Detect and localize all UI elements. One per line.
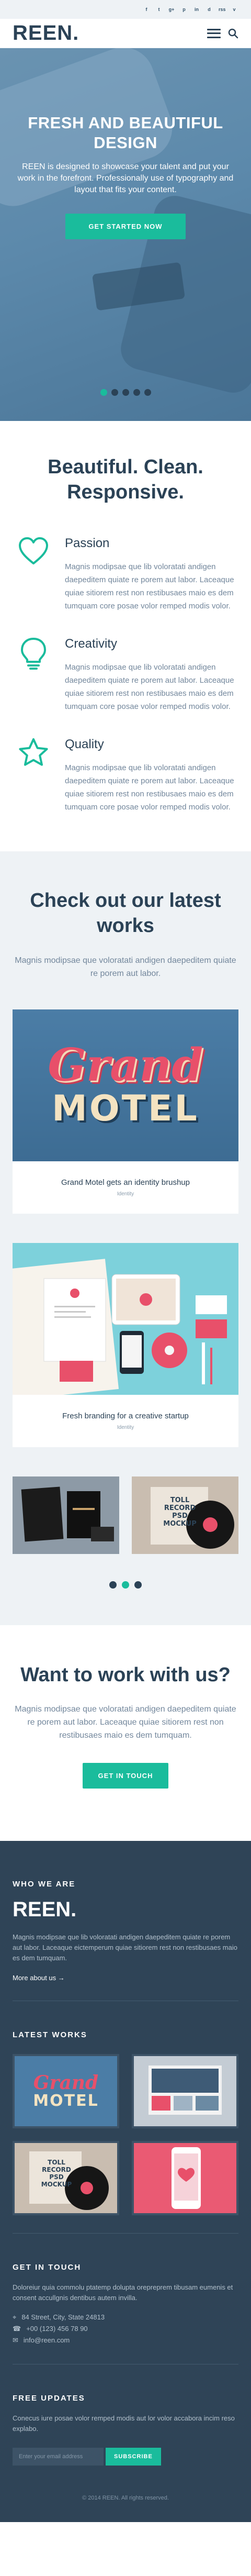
copyright: © 2014 REEN. All rights reserved. bbox=[82, 2495, 169, 2501]
top-social-bar: f t g+ p in d rss v bbox=[0, 0, 251, 19]
footer-heading-latest: LATEST WORKS bbox=[13, 2030, 87, 2039]
hero-content: FRESH AND BEAUTIFUL DESIGN REEN is desig… bbox=[13, 113, 238, 239]
menu-icon[interactable] bbox=[207, 28, 221, 38]
slider-dot[interactable] bbox=[100, 389, 107, 396]
work-card[interactable]: Grand MOTEL Grand Motel gets an identity… bbox=[13, 1009, 238, 1214]
subscribe-button[interactable]: SUBSCRIBE bbox=[106, 2448, 161, 2466]
work-thumbnail[interactable] bbox=[13, 1476, 119, 1554]
newsletter-email-input[interactable]: Enter your email address bbox=[13, 2448, 104, 2466]
slider-dot[interactable] bbox=[144, 389, 151, 396]
more-about-link[interactable]: More about us → bbox=[13, 1974, 65, 1982]
slider-dot[interactable] bbox=[133, 389, 140, 396]
footer-touch-text: Doloreiur quia commolu ptatemp dolupta o… bbox=[13, 2283, 233, 2302]
feature-title: Passion bbox=[65, 536, 110, 550]
vimeo-icon[interactable]: v bbox=[231, 6, 237, 13]
works-heading: Check out our latest works bbox=[30, 890, 221, 937]
site-logo[interactable]: REEN. bbox=[13, 21, 79, 45]
latest-work-thumb[interactable]: TOLL RECORD PSD MOCKUP bbox=[13, 2141, 119, 2215]
footer: WHO WE ARE REEN. Magnis modipsae que lib… bbox=[0, 1841, 251, 2522]
pinterest-icon[interactable]: p bbox=[181, 6, 187, 13]
record-mockup-text: TOLL RECORD PSD MOCKUP bbox=[163, 1496, 197, 1528]
features-section: Beautiful. Clean. Responsive. Passion Ma… bbox=[0, 421, 251, 851]
branding-image[interactable] bbox=[13, 1243, 238, 1395]
feature-title: Quality bbox=[65, 737, 104, 751]
grand-motel-art-word: MOTEL bbox=[33, 2092, 99, 2110]
works-slider-dots bbox=[13, 1581, 238, 1589]
website-mockup-art bbox=[134, 2056, 236, 2126]
stationery-art bbox=[13, 1476, 119, 1554]
search-icon[interactable] bbox=[228, 28, 238, 39]
grand-motel-art-word: Grand bbox=[33, 2072, 99, 2094]
hero-slider-dots bbox=[0, 389, 251, 396]
newsletter-form: Enter your email address SUBSCRIBE bbox=[13, 2448, 238, 2466]
email-icon: ✉ bbox=[13, 2336, 18, 2344]
slider-dot[interactable] bbox=[109, 1581, 117, 1589]
cta-heading: Want to work with us? bbox=[20, 1664, 231, 1686]
footer-heading-who: WHO WE ARE bbox=[13, 1880, 76, 1889]
footer-heading-touch: GET IN TOUCH bbox=[13, 2263, 82, 2272]
works-intro: Magnis modipsae que voloratati andigen d… bbox=[15, 956, 236, 978]
feature-item: Quality Magnis modipsae que lib volorata… bbox=[13, 737, 238, 814]
grand-motel-art-word: MOTEL bbox=[52, 1088, 199, 1129]
contact-phone[interactable]: +00 (123) 456 78 90 bbox=[26, 2323, 87, 2335]
slider-dot[interactable] bbox=[122, 389, 129, 396]
grand-motel-image[interactable]: Grand MOTEL bbox=[13, 1009, 238, 1161]
nav-actions bbox=[207, 28, 238, 39]
hero-slider: FRESH AND BEAUTIFUL DESIGN REEN is desig… bbox=[0, 48, 251, 421]
google-plus-icon[interactable]: g+ bbox=[168, 6, 175, 13]
hero-text: REEN is designed to showcase your talent… bbox=[17, 162, 234, 194]
contact-list: ⌖ 84 Street, City, State 24813 ☎ +00 (123)… bbox=[13, 2312, 238, 2346]
app-mockup-art bbox=[134, 2143, 236, 2213]
features-heading: Beautiful. Clean. Responsive. bbox=[48, 456, 203, 503]
latest-work-thumb[interactable] bbox=[132, 2054, 238, 2128]
branding-mockup-art bbox=[13, 1259, 227, 1395]
dribbble-icon[interactable]: d bbox=[206, 6, 212, 13]
slider-dot[interactable] bbox=[134, 1581, 142, 1589]
cta-text: Magnis modipsae que voloratati andigen d… bbox=[15, 1705, 236, 1740]
heart-icon bbox=[19, 537, 48, 564]
twitter-icon[interactable]: t bbox=[156, 6, 162, 13]
slider-dot[interactable] bbox=[111, 389, 118, 396]
location-icon: ⌖ bbox=[13, 2313, 17, 2321]
phone-icon: ☎ bbox=[13, 2325, 21, 2333]
footer-heading-updates: FREE UPDATES bbox=[13, 2394, 85, 2403]
feature-text: Magnis modipsae que lib voloratati andig… bbox=[65, 663, 234, 711]
feature-title: Creativity bbox=[65, 637, 118, 651]
latest-work-thumb[interactable]: Grand MOTEL bbox=[13, 2054, 119, 2128]
work-title[interactable]: Fresh branding for a creative startup bbox=[62, 1412, 189, 1420]
star-icon bbox=[19, 738, 48, 766]
latest-work-thumb[interactable] bbox=[132, 2141, 238, 2215]
footer-logo[interactable]: REEN. bbox=[13, 1898, 238, 1922]
work-category: Identity bbox=[117, 1191, 134, 1197]
navbar: REEN. bbox=[0, 19, 251, 48]
work-title[interactable]: Grand Motel gets an identity brushup bbox=[61, 1178, 190, 1187]
work-thumbnail[interactable]: TOLL RECORD PSD MOCKUP bbox=[132, 1476, 238, 1554]
divider bbox=[13, 2233, 238, 2234]
contact-email[interactable]: info@reen.com bbox=[24, 2335, 70, 2346]
feature-text: Magnis modipsae que lib voloratati andig… bbox=[65, 763, 234, 812]
feature-item: Creativity Magnis modipsae que lib volor… bbox=[13, 637, 238, 713]
feature-item: Passion Magnis modipsae que lib volorata… bbox=[13, 536, 238, 613]
grand-motel-art-word: Grand bbox=[48, 1039, 203, 1092]
facebook-icon[interactable]: f bbox=[143, 6, 150, 13]
latest-works-grid: Grand MOTEL TOLL RECORD PSD MOCKUP bbox=[13, 2054, 238, 2215]
work-card[interactable]: Fresh branding for a creative startup Id… bbox=[13, 1243, 238, 1447]
rss-icon[interactable]: rss bbox=[219, 6, 226, 13]
get-started-button[interactable]: GET STARTED NOW bbox=[65, 214, 186, 239]
latest-works-section: Check out our latest works Magnis modips… bbox=[0, 851, 251, 1625]
hero-title: FRESH AND BEAUTIFUL DESIGN bbox=[28, 114, 223, 152]
feature-text: Magnis modipsae que lib voloratati andig… bbox=[65, 562, 234, 610]
work-thumb-row: TOLL RECORD PSD MOCKUP bbox=[13, 1476, 238, 1554]
contact-address: 84 Street, City, State 24813 bbox=[21, 2313, 105, 2321]
lightbulb-icon bbox=[21, 638, 46, 670]
footer-updates-text: Conecus iure posae volor remped modis au… bbox=[13, 2414, 235, 2433]
linkedin-icon[interactable]: in bbox=[193, 6, 200, 13]
cta-section: Want to work with us? Magnis modipsae qu… bbox=[0, 1625, 251, 1841]
footer-about-text: Magnis modipsae que lib voloratati andig… bbox=[13, 1933, 237, 1962]
get-in-touch-button[interactable]: GET IN TOUCH bbox=[82, 1763, 169, 1789]
record-mockup-text: TOLL RECORD PSD MOCKUP bbox=[41, 2159, 72, 2188]
work-category: Identity bbox=[117, 1425, 134, 1430]
slider-dot[interactable] bbox=[122, 1581, 129, 1589]
